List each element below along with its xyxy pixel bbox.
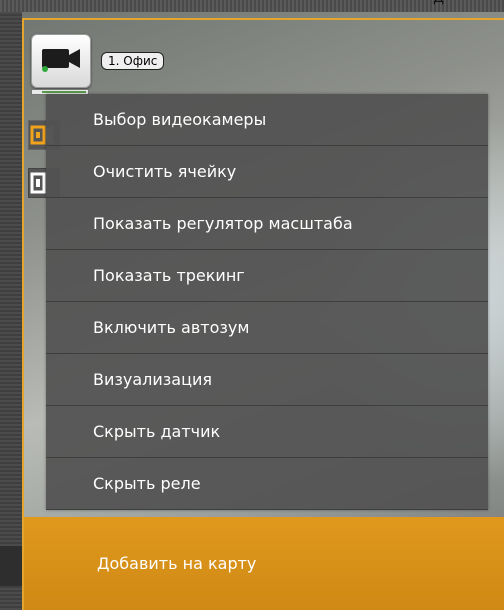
camera-icon bbox=[42, 49, 80, 72]
menu-item-hide-sensor[interactable]: Скрыть датчик bbox=[46, 406, 488, 458]
menu-item-enable-autozoom[interactable]: Включить автозум bbox=[46, 302, 488, 354]
camera-label: 1. Офис bbox=[101, 52, 165, 70]
top-toolbar-strip bbox=[0, 0, 504, 12]
left-gutter-block bbox=[0, 546, 22, 586]
menu-item-select-camera[interactable]: Выбор видеокамеры bbox=[46, 94, 488, 146]
menu-item-clear-cell[interactable]: Очистить ячейку bbox=[46, 146, 488, 198]
menu-item-add-to-map[interactable]: Добавить на карту bbox=[24, 517, 504, 610]
camera-button[interactable] bbox=[31, 34, 91, 88]
context-menu: Выбор видеокамеры Очистить ячейку Показа… bbox=[24, 94, 504, 610]
camera-status-fill bbox=[42, 91, 86, 93]
menu-item-show-tracking[interactable]: Показать трекинг bbox=[46, 250, 488, 302]
video-viewport[interactable]: Д 1. Офис Выбор видеокамеры Очистить яче… bbox=[0, 0, 504, 610]
menu-item-visualization[interactable]: Визуализация bbox=[46, 354, 488, 406]
left-gutter bbox=[0, 12, 22, 610]
window-title-fragment: Д bbox=[433, 0, 444, 6]
menu-item-show-zoom-control[interactable]: Показать регулятор масштаба bbox=[46, 198, 488, 250]
menu-item-hide-relay[interactable]: Скрыть реле bbox=[46, 458, 488, 510]
